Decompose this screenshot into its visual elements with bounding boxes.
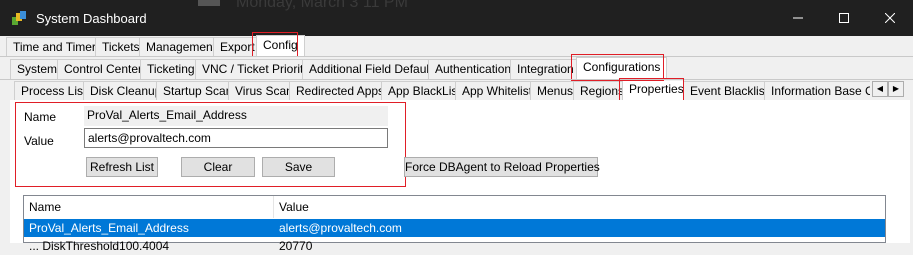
tab-scroll-left-button[interactable]: ◀: [872, 81, 888, 97]
tab-redirected-apps[interactable]: Redirected Apps: [289, 81, 392, 101]
force-reload-button[interactable]: Force DBAgent to Reload Properties: [404, 157, 600, 177]
config-tab-strip: System Control Center Ticketing VNC / Ti…: [0, 57, 913, 81]
value-input[interactable]: alerts@provaltech.com: [84, 128, 388, 148]
row-value-cell: alerts@provaltech.com: [279, 221, 402, 235]
properties-grid: Name Value ProVal_Alerts_Email_Address a…: [23, 195, 886, 253]
table-row[interactable]: ProVal_Alerts_Email_Address alerts@prova…: [24, 219, 885, 237]
close-button[interactable]: [867, 0, 913, 36]
tab-time-and-timers[interactable]: Time and Timers: [6, 37, 109, 57]
tab-app-whitelist[interactable]: App Whitelist: [455, 81, 540, 101]
refresh-list-button[interactable]: Refresh List: [86, 157, 158, 177]
tab-vnc-ticket-priority[interactable]: VNC / Ticket Priority: [195, 59, 317, 79]
minimize-icon: [793, 17, 803, 19]
row-name-cell: ... DiskThreshold100.4004: [29, 239, 170, 253]
close-icon: [885, 13, 895, 23]
row-value-cell: 20770: [279, 239, 313, 253]
tab-startup-scan[interactable]: Startup Scan: [156, 81, 240, 101]
title-bar: Monday, March 3 11 PM System Dashboard: [0, 0, 913, 36]
table-row[interactable]: ... DiskThreshold100.4004 20770: [24, 237, 885, 255]
tab-divider-2: [0, 79, 913, 80]
save-button[interactable]: Save: [262, 157, 335, 177]
tab-scroll-right-button[interactable]: ▶: [888, 81, 904, 97]
name-field: ProVal_Alerts_Email_Address: [84, 106, 388, 126]
row-name-cell: ProVal_Alerts_Email_Address: [29, 221, 189, 235]
tab-information-base[interactable]: Information Base Ca: [764, 81, 870, 101]
tab-additional-field-defaults[interactable]: Additional Field Defaults: [302, 59, 446, 79]
tab-control-center[interactable]: Control Center: [57, 59, 150, 79]
tab-authentication[interactable]: Authentication: [428, 59, 519, 79]
arrow-left-icon: ◀: [876, 84, 884, 93]
tab-management[interactable]: Management: [139, 37, 224, 57]
background-window-fragment: [198, 0, 220, 6]
tab-process-list[interactable]: Process List: [14, 81, 94, 101]
highlight-config-tab: [252, 32, 298, 57]
arrow-right-icon: ▶: [892, 84, 900, 93]
window-title: System Dashboard: [36, 11, 147, 26]
app-icon: [12, 11, 26, 25]
tab-ticketing[interactable]: Ticketing: [140, 59, 202, 79]
highlight-properties-tab: [619, 78, 684, 102]
background-window-text: Monday, March 3 11 PM: [236, 0, 408, 11]
value-label: Value: [24, 134, 54, 148]
tab-event-blacklist[interactable]: Event Blacklist: [683, 81, 776, 101]
column-header-name[interactable]: Name: [24, 196, 274, 218]
tab-system[interactable]: System: [10, 59, 65, 79]
maximize-button[interactable]: [821, 0, 867, 36]
tab-divider: [0, 56, 913, 57]
clear-button[interactable]: Clear: [181, 157, 255, 177]
name-label: Name: [24, 110, 57, 124]
highlight-configurations-tab: [571, 54, 664, 81]
maximize-icon: [839, 13, 849, 23]
minimize-button[interactable]: [775, 0, 821, 36]
column-header-value[interactable]: Value: [274, 196, 885, 218]
